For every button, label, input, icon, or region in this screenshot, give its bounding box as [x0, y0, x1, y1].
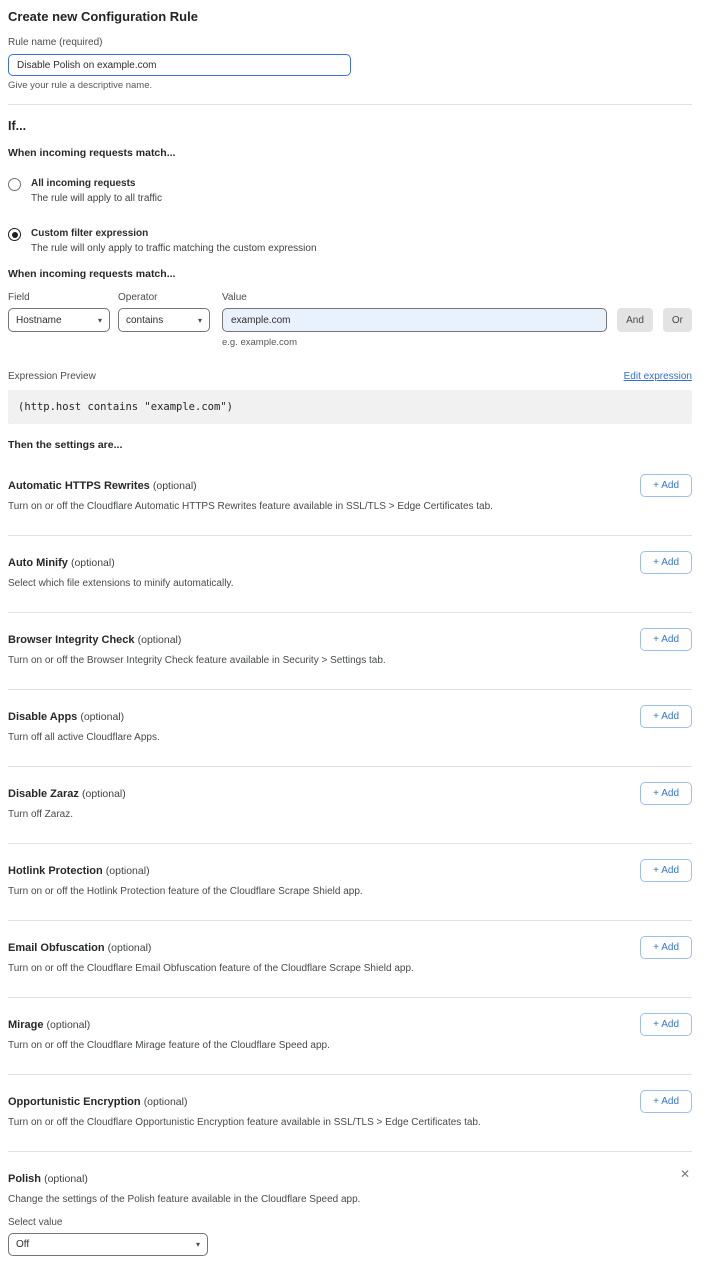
setting-description: Turn on or off the Cloudflare Automatic … [8, 500, 568, 513]
radio-description: The rule will only apply to traffic matc… [31, 242, 317, 255]
add-button[interactable]: + Add [640, 1013, 692, 1036]
setting-automatic-https-rewrites: Automatic HTTPS Rewrites (optional) Turn… [8, 459, 692, 536]
setting-description: Turn off Zaraz. [8, 808, 568, 821]
expression-preview-code: (http.host contains "example.com") [8, 390, 692, 424]
field-select-value: Hostname [16, 315, 62, 326]
setting-browser-integrity-check: Browser Integrity Check (optional) Turn … [8, 613, 692, 690]
polish-select-value: Off [16, 1239, 29, 1250]
and-button[interactable]: And [617, 308, 653, 332]
add-button[interactable]: + Add [640, 1090, 692, 1113]
setting-description: Turn off all active Cloudflare Apps. [8, 731, 568, 744]
setting-description: Turn on or off the Browser Integrity Che… [8, 654, 568, 667]
operator-label: Operator [118, 292, 222, 304]
settings-list: Automatic HTTPS Rewrites (optional) Turn… [8, 459, 692, 1256]
radio-description: The rule will apply to all traffic [31, 192, 162, 205]
add-button[interactable]: + Add [640, 628, 692, 651]
setting-description: Turn on or off the Cloudflare Opportunis… [8, 1116, 568, 1129]
chevron-down-icon: ▾ [196, 1240, 200, 1249]
chevron-down-icon: ▾ [98, 316, 102, 325]
setting-disable-zaraz: Disable Zaraz (optional) Turn off Zaraz.… [8, 767, 692, 844]
optional-tag: (optional) [153, 480, 197, 492]
incoming-requests-match-heading: When incoming requests match... [8, 147, 692, 160]
optional-tag: (optional) [47, 1019, 91, 1031]
chevron-down-icon: ▾ [198, 316, 202, 325]
setting-disable-apps: Disable Apps (optional) Turn off all act… [8, 690, 692, 767]
add-button[interactable]: + Add [640, 474, 692, 497]
setting-description: Select which file extensions to minify a… [8, 577, 568, 590]
value-input[interactable] [222, 308, 607, 332]
optional-tag: (optional) [44, 1173, 88, 1185]
setting-polish: Polish (optional) ✕ Change the settings … [8, 1152, 692, 1256]
optional-tag: (optional) [71, 557, 115, 569]
setting-title: Browser Integrity Check [8, 634, 135, 646]
rule-name-input[interactable] [8, 54, 351, 76]
or-button[interactable]: Or [663, 308, 692, 332]
radio-label: Custom filter expression [31, 227, 317, 240]
request-match-radio-group: All incoming requests The rule will appl… [8, 177, 692, 255]
rule-name-label: Rule name (required) [8, 37, 692, 49]
then-settings-heading: Then the settings are... [8, 439, 692, 452]
optional-tag: (optional) [108, 942, 152, 954]
polish-value-select[interactable]: Off ▾ [8, 1233, 208, 1256]
expression-builder-heading: When incoming requests match... [8, 268, 692, 281]
setting-email-obfuscation: Email Obfuscation (optional) Turn on or … [8, 921, 692, 998]
optional-tag: (optional) [106, 865, 150, 877]
expression-preview-row: Expression Preview Edit expression [8, 371, 692, 383]
operator-select[interactable]: contains ▾ [118, 308, 210, 332]
radio-label: All incoming requests [31, 177, 162, 190]
page-title: Create new Configuration Rule [8, 9, 692, 25]
setting-title: Disable Zaraz [8, 788, 79, 800]
setting-title: Auto Minify [8, 557, 68, 569]
add-button[interactable]: + Add [640, 936, 692, 959]
if-heading: If... [8, 119, 692, 134]
setting-title: Mirage [8, 1019, 43, 1031]
expression-builder-labels: Field Operator Value [8, 292, 692, 304]
expression-preview-label: Expression Preview [8, 371, 96, 383]
setting-title: Disable Apps [8, 711, 77, 723]
setting-mirage: Mirage (optional) Turn on or off the Clo… [8, 998, 692, 1075]
field-label: Field [8, 292, 118, 304]
edit-expression-link[interactable]: Edit expression [624, 371, 692, 383]
optional-tag: (optional) [144, 1096, 188, 1108]
optional-tag: (optional) [82, 788, 126, 800]
setting-title: Automatic HTTPS Rewrites [8, 480, 150, 492]
setting-description: Change the settings of the Polish featur… [8, 1193, 568, 1206]
radio-all-incoming-requests[interactable]: All incoming requests The rule will appl… [8, 177, 692, 205]
radio-custom-filter-expression[interactable]: Custom filter expression The rule will o… [8, 227, 692, 255]
close-icon[interactable]: ✕ [680, 1168, 690, 1180]
setting-description: Turn on or off the Cloudflare Mirage fea… [8, 1039, 568, 1052]
add-button[interactable]: + Add [640, 859, 692, 882]
setting-description: Turn on or off the Cloudflare Email Obfu… [8, 962, 568, 975]
setting-title: Hotlink Protection [8, 865, 103, 877]
setting-auto-minify: Auto Minify (optional) Select which file… [8, 536, 692, 613]
expression-builder-row: Hostname ▾ contains ▾ And Or [8, 308, 692, 332]
setting-description: Turn on or off the Hotlink Protection fe… [8, 885, 568, 898]
create-configuration-rule-form: Create new Configuration Rule Rule name … [0, 0, 705, 1268]
add-button[interactable]: + Add [640, 782, 692, 805]
operator-select-value: contains [126, 315, 163, 326]
optional-tag: (optional) [80, 711, 124, 723]
value-label: Value [222, 292, 247, 304]
add-button[interactable]: + Add [640, 705, 692, 728]
radio-button-icon[interactable] [8, 178, 21, 191]
setting-hotlink-protection: Hotlink Protection (optional) Turn on or… [8, 844, 692, 921]
select-value-label: Select value [8, 1217, 692, 1229]
setting-title: Opportunistic Encryption [8, 1096, 141, 1108]
optional-tag: (optional) [138, 634, 182, 646]
value-helper: e.g. example.com [222, 337, 692, 349]
field-select[interactable]: Hostname ▾ [8, 308, 110, 332]
setting-title: Polish [8, 1173, 41, 1185]
setting-title: Email Obfuscation [8, 942, 105, 954]
radio-button-icon[interactable] [8, 228, 21, 241]
divider [8, 104, 692, 105]
setting-opportunistic-encryption: Opportunistic Encryption (optional) Turn… [8, 1075, 692, 1152]
rule-name-helper: Give your rule a descriptive name. [8, 80, 692, 92]
add-button[interactable]: + Add [640, 551, 692, 574]
